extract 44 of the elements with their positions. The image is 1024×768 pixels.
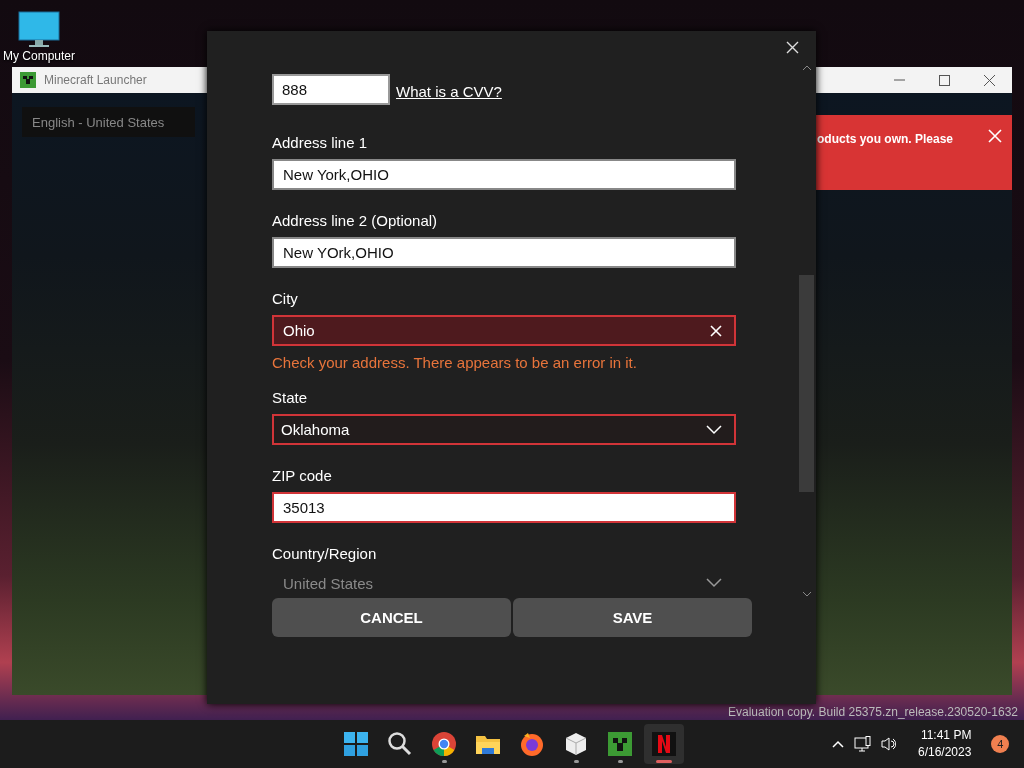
desktop-icon-label: My Computer — [3, 49, 75, 63]
field-label: State — [272, 388, 309, 408]
cvv-field[interactable]: 888 — [272, 74, 390, 105]
cancel-button[interactable]: CANCEL — [272, 598, 511, 637]
browser-icon — [430, 730, 458, 758]
window-title: Minecraft Launcher — [44, 73, 148, 87]
monitor-icon — [17, 10, 61, 48]
maximize-icon[interactable] — [939, 74, 950, 86]
field-label: Address line 1 — [272, 133, 369, 153]
field-label: Country/Region — [272, 544, 378, 564]
letter-tile-icon — [650, 730, 678, 758]
field-label: Address line 2 (Optional) — [272, 211, 439, 231]
search-icon — [386, 730, 414, 758]
chevron-down-icon — [706, 424, 722, 435]
scroll-down-icon[interactable] — [802, 590, 812, 598]
creeper-icon — [20, 72, 36, 88]
clock-time: 11:41 PM — [920, 727, 972, 744]
clock[interactable]: 11:41 PM 6/16/2023 — [918, 727, 972, 761]
text-field[interactable]: New York,OHIO — [272, 159, 736, 190]
banner-message: oducts you own. Please — [817, 132, 954, 146]
save-button[interactable]: SAVE — [513, 598, 752, 637]
scroll-up-icon[interactable] — [802, 64, 812, 72]
scrollbar-thumb[interactable] — [799, 275, 814, 492]
network-icon[interactable] — [854, 736, 871, 752]
chevron-up-icon[interactable] — [832, 739, 844, 749]
field-label: City — [272, 289, 299, 309]
dropdown[interactable]: Oklahoma — [272, 414, 736, 445]
notification-badge[interactable]: 4 — [991, 735, 1010, 753]
text-field[interactable]: Ohio — [272, 315, 736, 346]
watermark-text: Evaluation copy. Build 25375.zn_release.230520-1632 — [728, 705, 1018, 719]
language-dropdown[interactable]: English - United States — [22, 107, 195, 137]
cvv-help-link[interactable]: What is a CVV? — [396, 83, 502, 100]
field-label: ZIP code — [272, 466, 333, 486]
start-icon — [342, 730, 370, 758]
chevron-down-icon — [706, 578, 722, 588]
close-icon[interactable] — [984, 74, 995, 86]
speaker-icon[interactable] — [881, 736, 896, 752]
fox-browser-icon — [518, 730, 546, 758]
error-message: Check your address. There appears to be an error in it. — [272, 354, 638, 371]
clear-icon[interactable] — [710, 324, 722, 337]
creeper-icon — [606, 730, 634, 758]
clock-date: 6/16/2023 — [918, 744, 972, 761]
text-field[interactable]: New YOrk,OHIO — [272, 237, 736, 268]
text-field[interactable]: 35013 — [272, 492, 736, 523]
